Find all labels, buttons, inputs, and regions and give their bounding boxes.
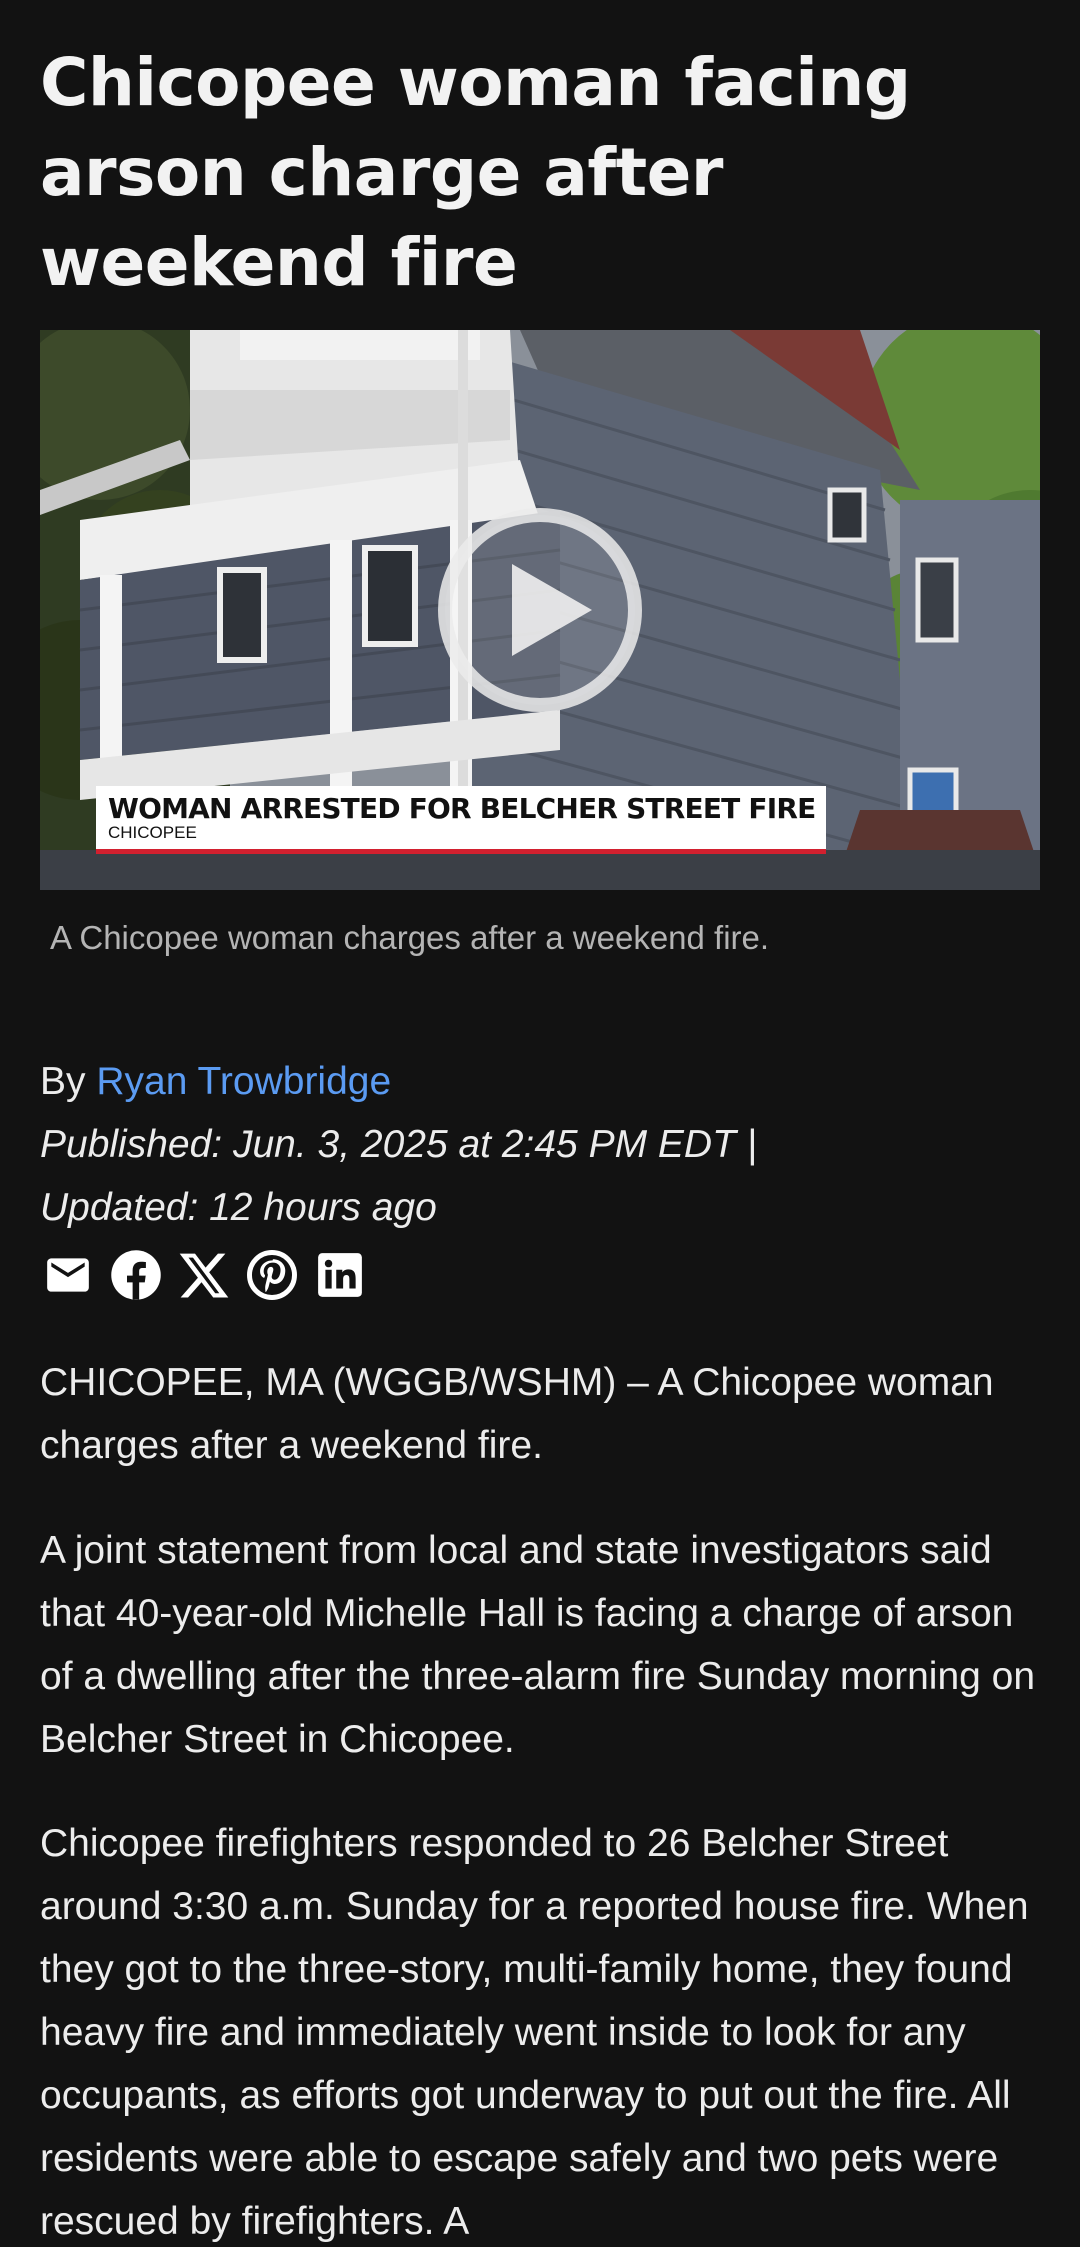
published-date: Published: Jun. 3, 2025 at 2:45 PM EDT | xyxy=(40,1123,757,1166)
email-icon xyxy=(47,1258,89,1292)
linkedin-icon xyxy=(318,1253,362,1297)
lower-third-location: CHICOPEE xyxy=(108,823,197,842)
author-link[interactable]: Ryan Trowbridge xyxy=(96,1060,391,1103)
article-paragraph-3: Chicopee firefighters responded to 26 Be… xyxy=(40,1822,1029,2243)
updated-date: Updated: 12 hours ago xyxy=(40,1186,437,1229)
share-pinterest-button[interactable] xyxy=(244,1247,300,1303)
share-x-button[interactable] xyxy=(176,1247,232,1303)
byline: By Ryan Trowbridge xyxy=(40,1058,391,1106)
byline-prefix: By xyxy=(40,1060,97,1103)
share-linkedin-button[interactable] xyxy=(312,1247,368,1303)
article-headline: Chicopee woman facing arson charge after… xyxy=(40,44,911,301)
share-facebook-button[interactable] xyxy=(108,1247,164,1303)
video-player[interactable]: WOMAN ARRESTED FOR BELCHER STREET FIRE C… xyxy=(40,330,1040,890)
play-button[interactable] xyxy=(436,506,644,714)
video-caption: A Chicopee woman charges after a weekend… xyxy=(50,919,770,956)
play-icon xyxy=(438,508,642,712)
article-paragraph-2: A joint statement from local and state i… xyxy=(40,1529,1036,1761)
pinterest-icon xyxy=(247,1250,297,1300)
lower-third-title: WOMAN ARRESTED FOR BELCHER STREET FIRE xyxy=(108,792,816,825)
x-icon xyxy=(179,1253,229,1298)
article-paragraph-1: CHICOPEE, MA (WGGB/WSHM) – A Chicopee wo… xyxy=(40,1361,994,1467)
share-email-button[interactable] xyxy=(40,1247,96,1303)
facebook-icon xyxy=(111,1250,161,1300)
video-lower-third: WOMAN ARRESTED FOR BELCHER STREET FIRE C… xyxy=(96,786,826,854)
article-page: Chicopee woman facing arson charge after… xyxy=(0,0,1080,2247)
share-bar xyxy=(40,1246,368,1304)
